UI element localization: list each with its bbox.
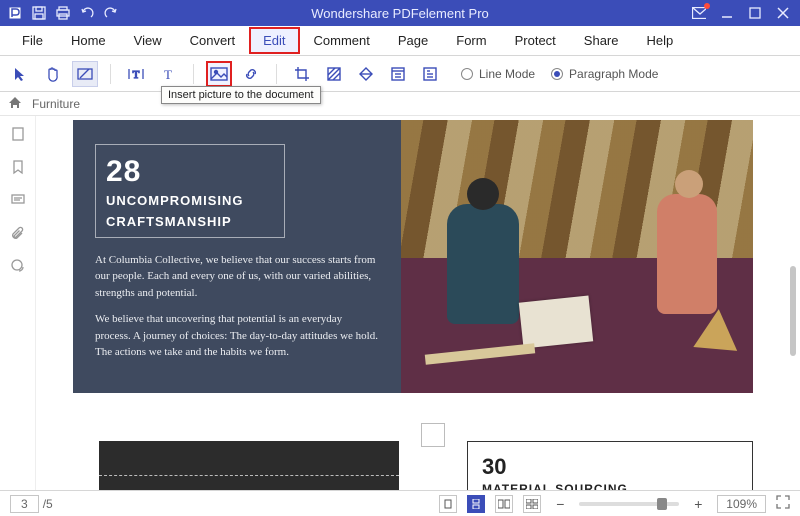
status-bar: 3 /5 − + 109% [0, 490, 800, 516]
section-30-image [99, 441, 399, 490]
bookmarks-icon[interactable] [10, 159, 26, 178]
watermark-tool-icon[interactable] [321, 61, 347, 87]
menu-protect[interactable]: Protect [501, 27, 570, 54]
section-28-text-block: 28 UNCOMPROMISING CRAFTSMANSHIP At Colum… [73, 120, 401, 393]
line-mode-radio[interactable]: Line Mode [461, 67, 535, 81]
section-28-paragraph-2: We believe that uncovering that potentia… [95, 311, 379, 361]
section-28-heading-1: UNCOMPROMISING [106, 193, 274, 210]
zoom-slider[interactable] [579, 502, 679, 506]
select-tool-icon[interactable] [8, 61, 34, 87]
header-footer-tool-icon[interactable] [385, 61, 411, 87]
document-tab-row: Furniture [0, 92, 800, 116]
section-30-text-block: 30 MATERIAL SOURCING AND TREATMENT [467, 441, 753, 490]
paragraph-mode-label: Paragraph Mode [569, 67, 658, 81]
mail-icon[interactable] [692, 6, 706, 20]
view-single-icon[interactable] [439, 495, 457, 513]
edit-toolbar: T T Line Mode Paragraph Mode Insert pict… [0, 56, 800, 92]
attachments-icon[interactable] [10, 225, 26, 244]
tooltip: Insert picture to the document [161, 86, 321, 104]
redo-icon[interactable] [104, 6, 118, 20]
menu-bar: File Home View Convert Edit Comment Page… [0, 26, 800, 56]
menu-share[interactable]: Share [570, 27, 633, 54]
section-30-number: 30 [482, 454, 738, 480]
separator [276, 64, 277, 84]
section-30-heading-1: MATERIAL SOURCING [482, 482, 738, 490]
close-button[interactable] [776, 6, 790, 20]
view-two-page-icon[interactable] [495, 495, 513, 513]
title-bar: Wondershare PDFelement Pro [0, 0, 800, 26]
menu-edit[interactable]: Edit [249, 27, 299, 54]
save-icon[interactable] [32, 6, 46, 20]
bates-number-tool-icon[interactable] [417, 61, 443, 87]
content-area: 28 UNCOMPROMISING CRAFTSMANSHIP At Colum… [0, 116, 800, 490]
hand-tool-icon[interactable] [40, 61, 66, 87]
page-number-input[interactable]: 3 [10, 495, 39, 513]
view-two-continuous-icon[interactable] [523, 495, 541, 513]
minimize-button[interactable] [720, 6, 734, 20]
menu-page[interactable]: Page [384, 27, 442, 54]
thumbnails-icon[interactable] [10, 126, 26, 145]
section-28-heading-2: CRAFTSMANSHIP [106, 214, 274, 231]
titlebar-window-controls [692, 6, 800, 20]
svg-text:T: T [164, 67, 172, 82]
section-28-number: 28 [106, 155, 274, 189]
link-tool-icon[interactable] [238, 61, 264, 87]
maximize-button[interactable] [748, 6, 762, 20]
fullscreen-icon[interactable] [776, 495, 790, 512]
menu-home[interactable]: Home [57, 27, 120, 54]
comments-icon[interactable] [10, 192, 26, 211]
placeholder-box [421, 423, 445, 447]
menu-comment[interactable]: Comment [300, 27, 384, 54]
undo-icon[interactable] [80, 6, 94, 20]
home-icon[interactable] [8, 95, 22, 112]
separator [110, 64, 111, 84]
separator [193, 64, 194, 84]
crop-tool-icon[interactable] [289, 61, 315, 87]
menu-convert[interactable]: Convert [176, 27, 250, 54]
search-panel-icon[interactable] [10, 258, 26, 277]
menu-form[interactable]: Form [442, 27, 500, 54]
edit-object-tool-icon[interactable] [72, 61, 98, 87]
vertical-scrollbar[interactable] [790, 266, 796, 356]
svg-text:T: T [133, 69, 140, 81]
pdf-page: 28 UNCOMPROMISING CRAFTSMANSHIP At Colum… [73, 120, 753, 490]
add-text-tool-icon[interactable]: T [123, 61, 149, 87]
add-image-tool-icon[interactable] [206, 61, 232, 87]
paragraph-mode-radio[interactable]: Paragraph Mode [551, 67, 658, 81]
app-title: Wondershare PDFelement Pro [311, 6, 489, 21]
left-sidebar [0, 116, 36, 490]
menu-help[interactable]: Help [633, 27, 688, 54]
titlebar-quick-actions [0, 6, 118, 20]
app-logo-icon [8, 6, 22, 20]
section-28-paragraph-1: At Columbia Collective, we believe that … [95, 252, 379, 302]
background-tool-icon[interactable] [353, 61, 379, 87]
text-tool-icon[interactable]: T [155, 61, 181, 87]
edit-mode-group: Line Mode Paragraph Mode [461, 67, 658, 81]
zoom-value[interactable]: 109% [717, 495, 766, 513]
section-28-image [401, 120, 753, 375]
zoom-out-button[interactable]: − [551, 495, 569, 513]
zoom-in-button[interactable]: + [689, 495, 707, 513]
menu-view[interactable]: View [120, 27, 176, 54]
page-canvas[interactable]: 28 UNCOMPROMISING CRAFTSMANSHIP At Colum… [36, 116, 800, 490]
page-total-label: /5 [43, 497, 53, 511]
menu-file[interactable]: File [8, 27, 57, 54]
document-tab[interactable]: Furniture [32, 97, 80, 111]
print-icon[interactable] [56, 6, 70, 20]
view-continuous-icon[interactable] [467, 495, 485, 513]
line-mode-label: Line Mode [479, 67, 535, 81]
